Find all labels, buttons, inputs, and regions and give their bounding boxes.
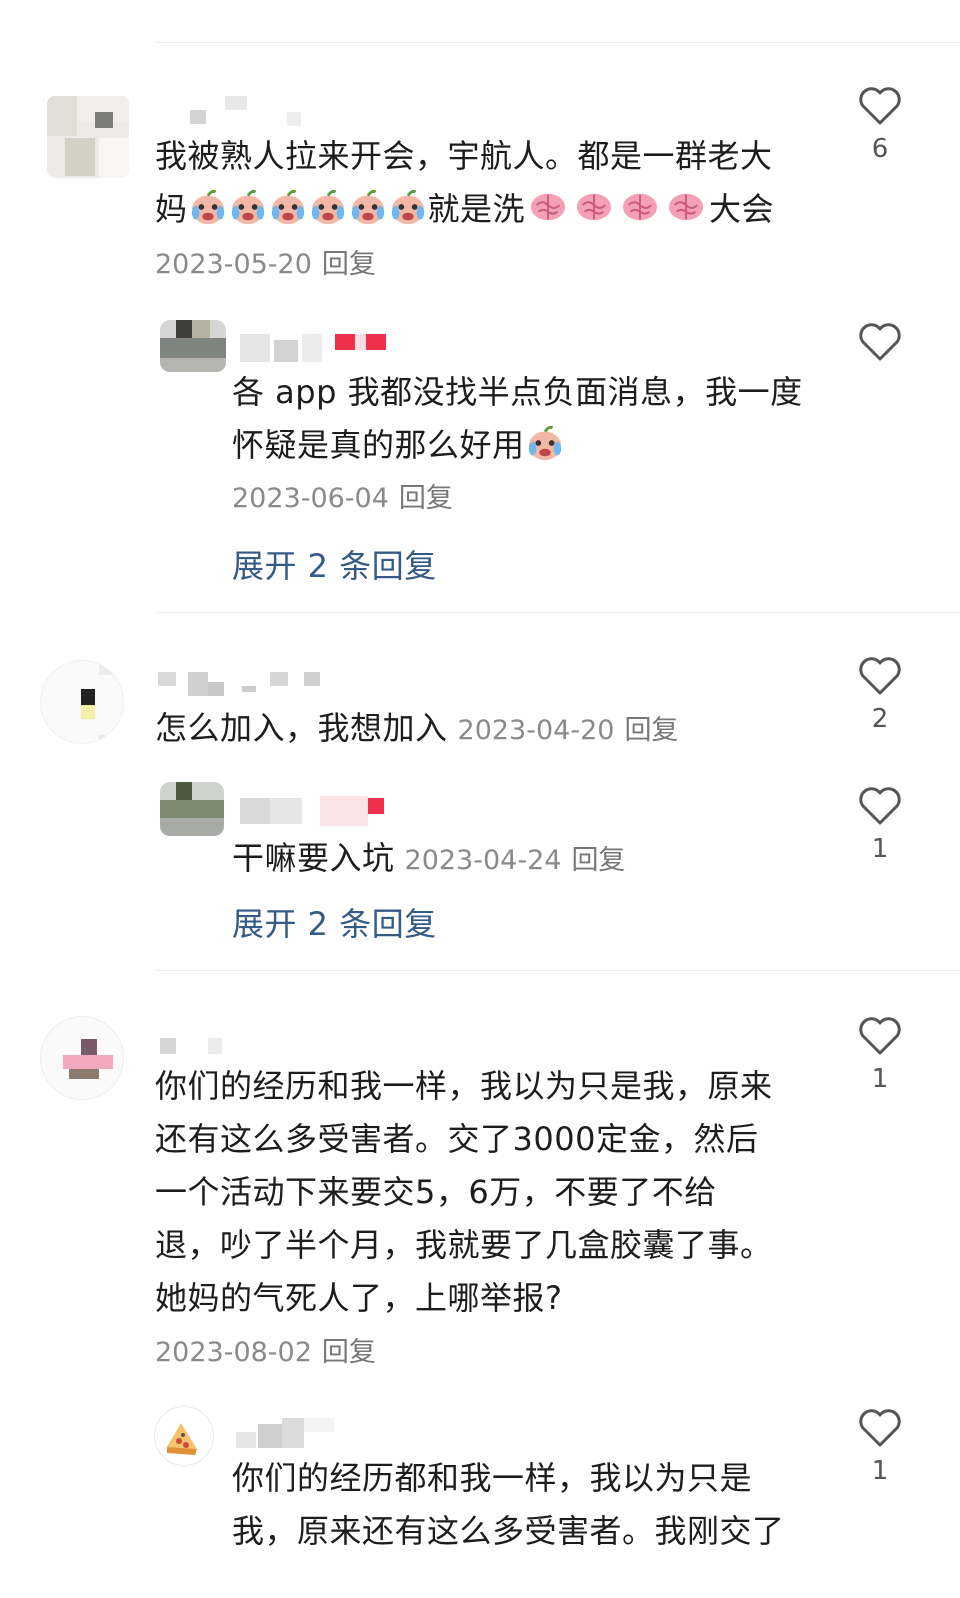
username-censored[interactable]: [240, 796, 420, 826]
cry-emoji-icon: [308, 189, 348, 228]
cry-emoji-icon: [525, 425, 565, 464]
heart-outline-icon: [859, 1017, 901, 1055]
like-button[interactable]: 1: [850, 1016, 910, 1094]
like-count: 2: [871, 704, 889, 734]
reply-text: 干嘛要入坑 2023-04-24 回复: [232, 839, 626, 877]
like-count: 6: [871, 134, 889, 164]
reply-button[interactable]: 回复: [624, 715, 678, 746]
cry-emoji-icon: [388, 189, 428, 228]
pizza-avatar-icon: [167, 1423, 197, 1455]
like-count: 1: [871, 1456, 889, 1486]
like-button[interactable]: [850, 322, 910, 370]
reply-button[interactable]: 回复: [399, 483, 453, 514]
comment-divider: [155, 970, 960, 971]
reply-button[interactable]: 回复: [322, 1337, 376, 1368]
comment-date: 2023-08-02: [155, 1337, 312, 1368]
heart-outline-icon: [859, 657, 901, 695]
avatar[interactable]: [47, 96, 129, 178]
username-censored[interactable]: [190, 96, 310, 126]
expand-replies-button[interactable]: 展开 2 条回复: [232, 546, 437, 586]
reply-meta: 2023-06-04 回复: [232, 482, 453, 516]
avatar[interactable]: [160, 320, 226, 372]
cry-emoji-icon: [188, 189, 228, 228]
comment-text: 你们的经历和我一样，我以为只是我，原来 还有这么多受害者。交了3000定金，然后…: [155, 1067, 773, 1317]
reply-date: 2023-04-24: [404, 845, 562, 876]
heart-outline-icon: [859, 323, 901, 361]
brain-emoji-icon: [525, 190, 571, 228]
comment-text: 怎么加入，我想加入 2023-04-20 回复: [155, 709, 679, 747]
comment-text: 我被熟人拉来开会，宇航人。都是一群老大 妈就是洗 大会: [155, 137, 775, 228]
like-button[interactable]: 1: [850, 786, 910, 864]
cry-emoji-icon: [228, 189, 268, 228]
comment-divider: [155, 612, 960, 613]
avatar[interactable]: [40, 1016, 124, 1100]
username-censored[interactable]: [240, 334, 420, 362]
heart-outline-icon: [859, 1409, 901, 1447]
reply-date: 2023-06-04: [232, 483, 389, 514]
comment-date: 2023-04-20: [457, 715, 615, 746]
expand-replies-button[interactable]: 展开 2 条回复: [232, 904, 437, 944]
comment-meta: 2023-05-20 回复: [155, 248, 376, 282]
cry-emoji-icon: [268, 189, 308, 228]
like-button[interactable]: 1: [850, 1408, 910, 1486]
brain-emoji-icon: [663, 190, 709, 228]
username-censored[interactable]: [158, 672, 378, 696]
brain-emoji-icon: [571, 190, 617, 228]
comment-date: 2023-05-20: [155, 249, 312, 280]
like-button[interactable]: 2: [850, 656, 910, 734]
heart-outline-icon: [859, 87, 901, 125]
reply-button[interactable]: 回复: [571, 845, 625, 876]
username-censored[interactable]: [236, 1418, 356, 1448]
avatar[interactable]: [40, 660, 124, 744]
like-button[interactable]: 6: [850, 86, 910, 164]
reply-text: 你们的经历都和我一样，我以为只是 我，原来还有这么多受害者。我刚交了: [232, 1459, 785, 1550]
reply-text: 各 app 我都没找半点负面消息，我一度 怀疑是真的那么好用: [232, 373, 803, 464]
username-censored[interactable]: [160, 1038, 260, 1060]
cry-emoji-icon: [348, 189, 388, 228]
brain-emoji-icon: [617, 190, 663, 228]
comment-divider: [155, 42, 960, 43]
avatar[interactable]: [154, 1406, 214, 1466]
comment-meta: 2023-08-02 回复: [155, 1336, 376, 1370]
like-count: 1: [871, 1064, 889, 1094]
heart-outline-icon: [859, 787, 901, 825]
reply-button[interactable]: 回复: [322, 249, 376, 280]
like-count: 1: [871, 834, 889, 864]
avatar[interactable]: [160, 782, 224, 836]
